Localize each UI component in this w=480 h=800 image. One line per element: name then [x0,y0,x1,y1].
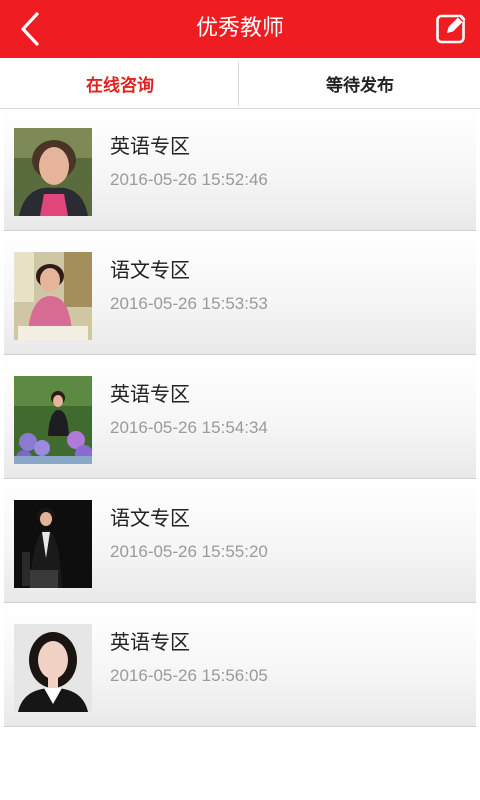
edit-button[interactable] [434,10,470,46]
card-time: 2016-05-26 15:56:05 [110,666,268,685]
edit-icon [436,14,466,44]
tab-online-consult[interactable]: 在线咨询 [0,58,240,108]
avatar [14,624,92,712]
tab-bar: 在线咨询 等待发布 [0,58,480,109]
avatar [14,500,92,588]
avatar [14,128,92,216]
page-title: 优秀教师 [195,16,284,41]
avatar [14,376,92,464]
teacher-list: 英语专区 2016-05-26 15:52:46 语文专区 2016-05-26… [4,110,476,730]
list-item[interactable]: 英语专区 2016-05-26 15:52:46 [4,110,476,231]
avatar [14,252,92,340]
app-header: 优秀教师 [0,0,480,58]
list-item[interactable]: 英语专区 2016-05-26 15:54:34 [4,358,476,479]
tab-divider [238,62,239,106]
list-item[interactable]: 语文专区 2016-05-26 15:55:20 [4,482,476,603]
tab-pending-publish[interactable]: 等待发布 [240,58,480,108]
list-item[interactable]: 英语专区 2016-05-26 15:56:05 [4,606,476,727]
card-time: 2016-05-26 15:52:46 [110,170,268,189]
card-title: 英语专区 [110,382,190,406]
card-time: 2016-05-26 15:55:20 [110,542,268,561]
list-item[interactable]: 语文专区 2016-05-26 15:53:53 [4,234,476,355]
card-time: 2016-05-26 15:53:53 [110,294,268,313]
card-title: 英语专区 [110,630,190,654]
card-title: 语文专区 [110,258,190,282]
card-title: 语文专区 [110,506,190,530]
card-time: 2016-05-26 15:54:34 [110,418,268,437]
card-title: 英语专区 [110,134,190,158]
